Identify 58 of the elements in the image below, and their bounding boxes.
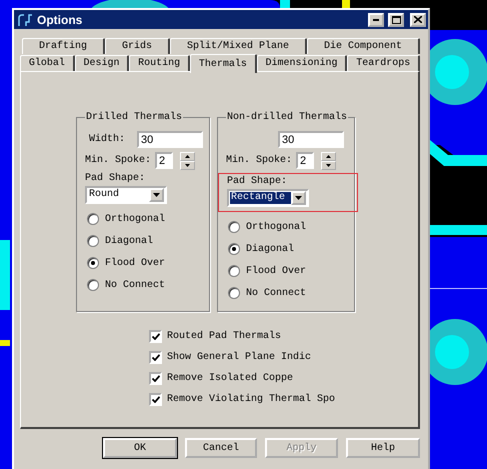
field-label: Min. Spoke: [226, 155, 292, 166]
up-arrow-icon [184, 154, 190, 158]
radio-option[interactable]: Orthogonal [84, 208, 203, 230]
spinner-control[interactable] [321, 152, 336, 170]
tab[interactable]: Die Component [307, 38, 420, 54]
field-label: Min. Spoke: [84, 155, 151, 166]
radio-option[interactable]: Diagonal [226, 238, 348, 260]
width-field[interactable]: 30 [136, 131, 203, 148]
window-title: Options [37, 12, 84, 26]
spinner-control[interactable] [180, 152, 195, 170]
checkbox-option[interactable]: Show General Plane Indic [149, 351, 336, 364]
pad-shape-dropdown[interactable]: Round [84, 186, 167, 204]
minimize-button[interactable] [368, 12, 384, 26]
radio-option[interactable]: Flood Over [226, 260, 348, 282]
field-label: Pad Shape: [226, 176, 288, 187]
tab[interactable]: Global [20, 55, 75, 71]
group-title: Drilled Thermals [84, 112, 183, 123]
checkbox-option[interactable]: Routed Pad Thermals [149, 330, 336, 343]
tab[interactable]: Design [74, 55, 130, 71]
tab[interactable]: Grids [105, 38, 170, 54]
radio-option[interactable]: Diagonal [84, 230, 203, 252]
caret-icon [294, 196, 302, 200]
up-arrow-icon [326, 154, 331, 158]
close-button[interactable] [410, 12, 426, 26]
tab[interactable]: Drafting [22, 38, 105, 54]
spoke-field[interactable]: 2 [296, 152, 314, 169]
tab[interactable]: Teardrops [347, 55, 420, 71]
maximize-button[interactable] [388, 12, 404, 26]
app-icon [17, 12, 33, 26]
pad-shape-dropdown[interactable]: Rectangle [226, 189, 309, 207]
check-icon [152, 375, 160, 382]
check-icon [152, 333, 160, 340]
dialog-button[interactable]: Help [346, 438, 420, 458]
checkbox-option[interactable]: Remove Isolated Coppe [149, 372, 336, 385]
tab[interactable]: Split/Mixed Plane [170, 38, 308, 54]
field-label: Pad Shape: [84, 173, 146, 184]
radio-option[interactable]: Orthogonal [226, 216, 348, 238]
width-field[interactable]: 30 [278, 131, 344, 148]
checkbox-option[interactable]: Remove Violating Thermal Spo [149, 393, 336, 406]
spoke-field[interactable]: 2 [154, 152, 173, 169]
caret-icon [152, 193, 160, 197]
down-arrow-icon [184, 164, 190, 166]
close-icon [414, 16, 422, 23]
group-title: Non-drilled Thermals [226, 112, 348, 123]
field-label: Width: [88, 134, 125, 145]
maximize-icon [392, 16, 400, 24]
dialog-button[interactable]: Cancel [185, 438, 257, 458]
down-arrow-icon [326, 164, 331, 166]
tab[interactable]: Thermals [190, 54, 257, 73]
radio-option[interactable]: Flood Over [84, 252, 203, 274]
tab[interactable]: Dimensioning [256, 55, 348, 71]
radio-option[interactable]: No Connect [84, 274, 203, 296]
check-icon [152, 354, 160, 361]
minimize-icon [373, 18, 379, 20]
radio-option[interactable]: No Connect [226, 282, 348, 304]
tab[interactable]: Routing [129, 55, 190, 71]
check-icon [152, 396, 160, 403]
dialog-button[interactable]: OK [103, 438, 177, 458]
